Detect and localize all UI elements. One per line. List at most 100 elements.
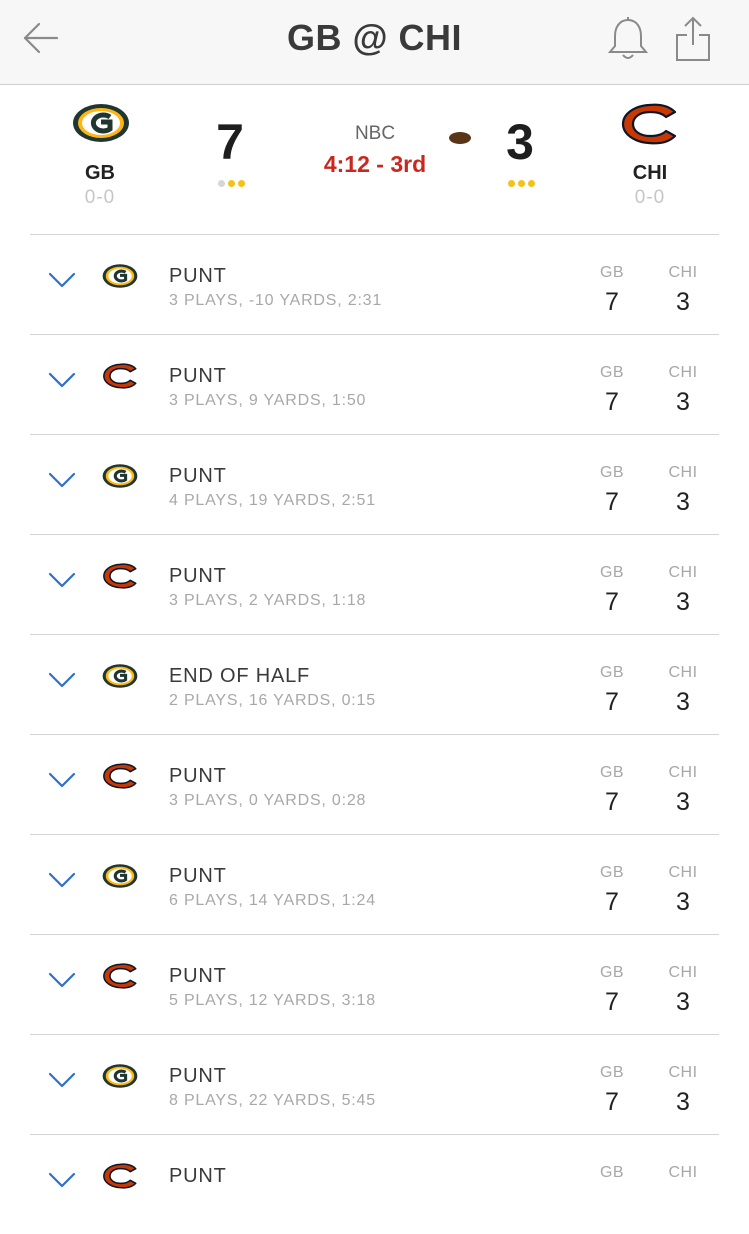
timeout-dot — [227, 180, 235, 187]
timeout-dot — [237, 180, 245, 187]
score-value-home: 3 — [676, 888, 690, 916]
drive-row[interactable]: PUNT 3 PLAYS, 2 YARDS, 1:18 GB CHI 7 3 — [30, 534, 719, 634]
bears-logo-icon — [102, 563, 140, 594]
chevron-down-icon[interactable] — [48, 1171, 76, 1189]
score-header-home: CHI — [668, 964, 698, 981]
drive-summary: 3 PLAYS, 2 YARDS, 1:18 — [169, 592, 367, 609]
away-timeouts — [201, 174, 261, 187]
drive-summary: 8 PLAYS, 22 YARDS, 5:45 — [169, 1092, 376, 1109]
chevron-down-icon[interactable] — [48, 871, 76, 889]
drive-row[interactable]: PUNT 3 PLAYS, 0 YARDS, 0:28 GB CHI 7 3 — [30, 734, 719, 834]
drive-summary: 3 PLAYS, -10 YARDS, 2:31 — [169, 292, 383, 309]
bears-logo-icon — [102, 1163, 140, 1194]
score-value-away: 7 — [605, 488, 619, 516]
away-score: 7 — [216, 114, 244, 170]
packers-logo-icon — [102, 863, 138, 894]
drive-row[interactable]: PUNT 5 PLAYS, 12 YARDS, 3:18 GB CHI 7 3 — [30, 934, 719, 1034]
score-value-away: 7 — [605, 288, 619, 316]
home-score: 3 — [506, 114, 534, 170]
drive-summary: 5 PLAYS, 12 YARDS, 3:18 — [169, 992, 376, 1009]
packers-logo-icon — [102, 663, 138, 694]
chevron-down-icon[interactable] — [48, 671, 76, 689]
bears-logo-icon — [102, 363, 140, 394]
timeout-dot — [217, 180, 225, 187]
home-team-abbr: CHI — [632, 162, 668, 184]
score-value-home: 3 — [676, 288, 690, 316]
drive-row[interactable]: PUNT 8 PLAYS, 22 YARDS, 5:45 GB CHI 7 3 — [30, 1034, 719, 1134]
bears-logo-icon[interactable] — [620, 103, 682, 145]
drive-row[interactable]: END OF HALF 2 PLAYS, 16 YARDS, 0:15 GB CHI 7… — [30, 634, 719, 734]
score-value-home: 3 — [676, 988, 690, 1016]
scoreboard: GB 0-0 7 NBC 4:12 - 3rd 3 CHI 0-0 — [0, 85, 749, 235]
share-icon[interactable] — [674, 15, 712, 63]
drive-row[interactable]: PUNT 4 PLAYS, 19 YARDS, 2:51 GB CHI 7 3 — [30, 434, 719, 534]
drive-result: PUNT — [169, 965, 227, 987]
score-header-away: GB — [599, 1164, 625, 1181]
score-value-home: 3 — [676, 388, 690, 416]
drive-summary: 6 PLAYS, 14 YARDS, 1:24 — [169, 892, 376, 909]
drive-result: PUNT — [169, 1165, 227, 1187]
score-value-home: 3 — [676, 488, 690, 516]
drive-summary: 2 PLAYS, 16 YARDS, 0:15 — [169, 692, 376, 709]
drive-result: PUNT — [169, 365, 227, 387]
timeout-dot — [527, 180, 535, 187]
chevron-down-icon[interactable] — [48, 971, 76, 989]
packers-logo-icon — [102, 463, 138, 494]
score-value-away: 7 — [605, 888, 619, 916]
away-team-abbr: GB — [85, 162, 115, 184]
score-header-home: CHI — [668, 1164, 698, 1181]
away-team-record: 0-0 — [84, 187, 116, 208]
chevron-down-icon[interactable] — [48, 1071, 76, 1089]
score-header-home: CHI — [668, 664, 698, 681]
chevron-down-icon[interactable] — [48, 271, 76, 289]
chevron-down-icon[interactable] — [48, 771, 76, 789]
chevron-down-icon[interactable] — [48, 371, 76, 389]
score-value-away: 7 — [605, 788, 619, 816]
score-header-home: CHI — [668, 864, 698, 881]
drive-row[interactable]: PUNT 3 PLAYS, 9 YARDS, 1:50 GB CHI 7 3 — [30, 334, 719, 434]
score-header-home: CHI — [668, 264, 698, 281]
score-header-away: GB — [599, 364, 625, 381]
drive-result: PUNT — [169, 265, 227, 287]
bears-logo-icon — [102, 963, 140, 994]
score-header-away: GB — [599, 864, 625, 881]
game-clock: 4:12 - 3rd — [323, 151, 427, 177]
drive-row[interactable]: PUNT 3 PLAYS, -10 YARDS, 2:31 GB CHI 7 3 — [30, 234, 719, 334]
timeout-dot — [507, 180, 515, 187]
score-header-away: GB — [599, 1064, 625, 1081]
score-value-home: 3 — [676, 788, 690, 816]
score-header-away: GB — [599, 764, 625, 781]
score-header-home: CHI — [668, 764, 698, 781]
drive-summary: 3 PLAYS, 0 YARDS, 0:28 — [169, 792, 367, 809]
timeout-dot — [517, 180, 525, 187]
score-header-away: GB — [599, 964, 625, 981]
bears-logo-icon — [102, 763, 140, 794]
drive-row[interactable]: PUNT 6 PLAYS, 14 YARDS, 1:24 GB CHI 7 3 — [30, 834, 719, 934]
score-value-away: 7 — [605, 1088, 619, 1116]
drive-list: PUNT 3 PLAYS, -10 YARDS, 2:31 GB CHI 7 3 PUNT 3… — [30, 234, 719, 1234]
score-value-away: 7 — [605, 588, 619, 616]
home-timeouts — [491, 174, 551, 187]
score-value-home: 3 — [676, 1088, 690, 1116]
score-header-away: GB — [599, 664, 625, 681]
bell-icon[interactable] — [606, 16, 650, 62]
drive-row[interactable]: PUNT GB CHI — [30, 1134, 719, 1234]
drive-result: PUNT — [169, 1065, 227, 1087]
home-team-record: 0-0 — [634, 187, 666, 208]
chevron-down-icon[interactable] — [48, 571, 76, 589]
score-header-home: CHI — [668, 464, 698, 481]
score-value-away: 7 — [605, 688, 619, 716]
score-header-home: CHI — [668, 364, 698, 381]
score-value-home: 3 — [676, 588, 690, 616]
drive-result: END OF HALF — [169, 665, 311, 687]
drive-result: PUNT — [169, 765, 227, 787]
drive-result: PUNT — [169, 565, 227, 587]
packers-logo-icon — [102, 1063, 138, 1094]
score-value-away: 7 — [605, 988, 619, 1016]
chevron-down-icon[interactable] — [48, 471, 76, 489]
football-icon — [449, 132, 471, 144]
score-value-away: 7 — [605, 388, 619, 416]
packers-logo-icon[interactable] — [72, 103, 130, 143]
score-header-away: GB — [599, 464, 625, 481]
drive-summary: 3 PLAYS, 9 YARDS, 1:50 — [169, 392, 367, 409]
